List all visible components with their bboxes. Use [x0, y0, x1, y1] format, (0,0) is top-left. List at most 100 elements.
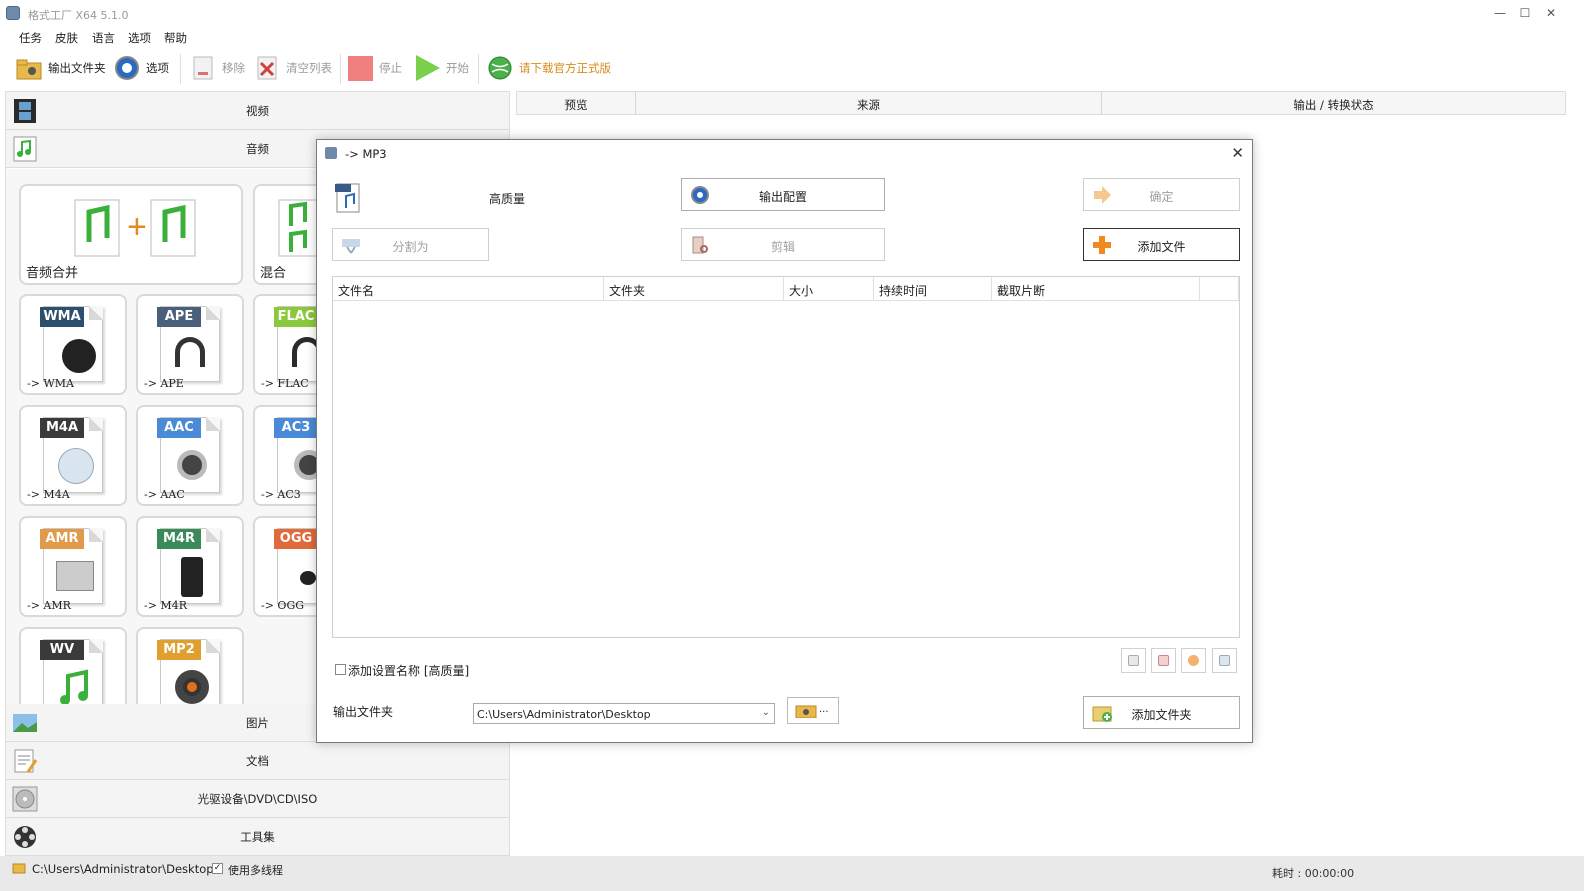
audio-merge-label: 音频合并	[26, 266, 79, 281]
cut-label: 剪辑	[770, 240, 795, 254]
dialog-close-button[interactable]: ✕	[1231, 144, 1244, 162]
split-button[interactable]: 分割为	[332, 228, 489, 261]
format-tile-amr[interactable]: AMR -> AMR	[19, 516, 127, 617]
column-size[interactable]: 大小	[784, 277, 874, 301]
close-button[interactable]: ✕	[1543, 5, 1559, 21]
ac3-badge: AC3	[274, 418, 318, 438]
remove-button[interactable]: 移除	[190, 53, 245, 83]
format-tile-aac[interactable]: AAC -> AAC	[136, 405, 244, 506]
add-name-checkbox[interactable]	[335, 664, 346, 675]
column-duration[interactable]: 持续时间	[874, 277, 992, 301]
format-label-ac3: -> AC3	[261, 488, 301, 501]
clear-list-button[interactable]: 清空列表	[254, 53, 332, 83]
output-path-select[interactable]: C:\Users\Administrator\Desktop ⌄	[473, 703, 775, 724]
window-title: 格式工厂 X64 5.1.0	[28, 9, 129, 22]
download-official-button[interactable]: 请下载官方正式版	[487, 53, 611, 83]
stop-icon	[348, 56, 373, 81]
toolbar-separator	[340, 54, 341, 84]
svg-text:+: +	[127, 208, 147, 246]
output-folder-button[interactable]: 输出文件夹	[16, 53, 106, 83]
maximize-button[interactable]: ☐	[1517, 5, 1533, 21]
format-tile-m4a[interactable]: M4A -> M4A	[19, 405, 127, 506]
mp3-file-icon	[335, 183, 360, 213]
column-clip[interactable]: 截取片断	[992, 277, 1200, 301]
play-icon	[1188, 655, 1199, 666]
column-output-status[interactable]: 输出 / 转换状态	[1102, 97, 1565, 113]
menu-help[interactable]: 帮助	[164, 30, 187, 46]
format-label-m4r: -> M4R	[144, 599, 187, 612]
m4a-badge: M4A	[40, 418, 84, 438]
category-rom-device[interactable]: 光驱设备\DVD\CD\ISO	[6, 780, 509, 818]
status-bar: C:\Users\Administrator\Desktop ✓ 使用多线程 耗…	[0, 856, 1584, 891]
mp2-badge: MP2	[157, 640, 201, 660]
menu-skin[interactable]: 皮肤	[55, 30, 78, 46]
start-button[interactable]: 开始	[414, 53, 469, 83]
format-tile-wv[interactable]: WV	[19, 627, 127, 704]
download-official-label: 请下载官方正式版	[519, 61, 611, 75]
toolbar: 输出文件夹 选项 移除 清空列表 停止 开始 请下载官方正式版	[0, 50, 1584, 88]
flac-badge: FLAC	[274, 307, 318, 327]
minimize-button[interactable]: —	[1492, 5, 1508, 21]
media-info-button[interactable]	[1212, 648, 1237, 673]
format-tile-ape[interactable]: APE -> APE	[136, 294, 244, 395]
menu-options[interactable]: 选项	[128, 30, 151, 46]
options-button[interactable]: 选项	[114, 53, 169, 83]
format-label-amr: -> AMR	[27, 599, 71, 612]
m4r-badge: M4R	[157, 529, 201, 549]
ok-label: 确定	[1149, 190, 1174, 204]
browse-folder-button[interactable]: ...	[787, 697, 839, 724]
music-merge-icon: +	[74, 199, 196, 257]
clear-list-label: 清空列表	[286, 61, 332, 75]
format-tile-mp2[interactable]: MP2	[136, 627, 244, 704]
format-tile-m4r[interactable]: M4R -> M4R	[136, 516, 244, 617]
mix-label: 混合	[260, 266, 287, 281]
column-preview[interactable]: 预览	[517, 97, 635, 113]
remove-file-button[interactable]	[1151, 648, 1176, 673]
ok-button[interactable]: 确定	[1083, 178, 1240, 211]
output-config-button[interactable]: 输出配置	[681, 178, 885, 211]
category-tools[interactable]: 工具集	[6, 818, 509, 856]
play-icon	[416, 55, 440, 81]
delete-icon	[1158, 655, 1169, 666]
folder-camera-icon	[795, 705, 817, 718]
task-list-header: 预览 来源 输出 / 转换状态	[516, 91, 1566, 115]
add-file-button[interactable]: 添加文件	[1083, 228, 1240, 261]
menu-task[interactable]: 任务	[19, 30, 42, 46]
file-table: 文件名 文件夹 大小 持续时间 截取片断	[332, 276, 1240, 638]
multithread-checkbox[interactable]: ✓	[212, 863, 223, 874]
status-output-path[interactable]: C:\Users\Administrator\Desktop	[32, 862, 214, 876]
dialog-title: -> MP3	[345, 147, 387, 161]
add-folder-button[interactable]: 添加文件夹	[1083, 696, 1240, 729]
category-document[interactable]: 文档	[6, 742, 509, 780]
format-label-wma: -> WMA	[27, 377, 74, 390]
column-source[interactable]: 来源	[636, 97, 1101, 113]
aac-doc-icon: AAC	[157, 417, 220, 493]
dialog-app-icon	[325, 147, 337, 159]
mp3-settings-dialog: -> MP3 ✕ 高质量 输出配置 确定 分割为 剪辑 添加文件 文件名 文件夹…	[316, 139, 1253, 743]
format-label-flac: -> FLAC	[261, 377, 309, 390]
toolbar-separator	[180, 54, 181, 84]
gear-icon	[115, 56, 139, 80]
output-folder-label: 输出文件夹	[48, 61, 106, 75]
quality-label[interactable]: 高质量	[489, 190, 525, 207]
format-label-ape: -> APE	[144, 377, 184, 390]
menu-language[interactable]: 语言	[92, 30, 115, 46]
play-file-button[interactable]	[1181, 648, 1206, 673]
category-video[interactable]: 视频	[6, 92, 509, 130]
cut-button[interactable]: 剪辑	[681, 228, 885, 261]
output-config-label: 输出配置	[758, 190, 807, 204]
file-info-button[interactable]	[1121, 648, 1146, 673]
column-folder[interactable]: 文件夹	[604, 277, 784, 301]
format-tile-wma[interactable]: WMA -> WMA	[19, 294, 127, 395]
multithread-label: 使用多线程	[228, 864, 283, 877]
column-filename[interactable]: 文件名	[333, 277, 604, 301]
elapsed-time: 耗时 : 00:00:00	[1272, 867, 1355, 880]
format-label-ogg: -> OGG	[261, 599, 305, 612]
stop-button[interactable]: 停止	[347, 53, 402, 83]
doc-icon	[1128, 655, 1139, 666]
start-label: 开始	[446, 61, 469, 75]
audio-merge-tile[interactable]: + 音频合并	[19, 184, 243, 285]
wv-badge: WV	[40, 640, 84, 660]
app-icon	[6, 6, 20, 20]
folder-icon	[12, 863, 26, 874]
